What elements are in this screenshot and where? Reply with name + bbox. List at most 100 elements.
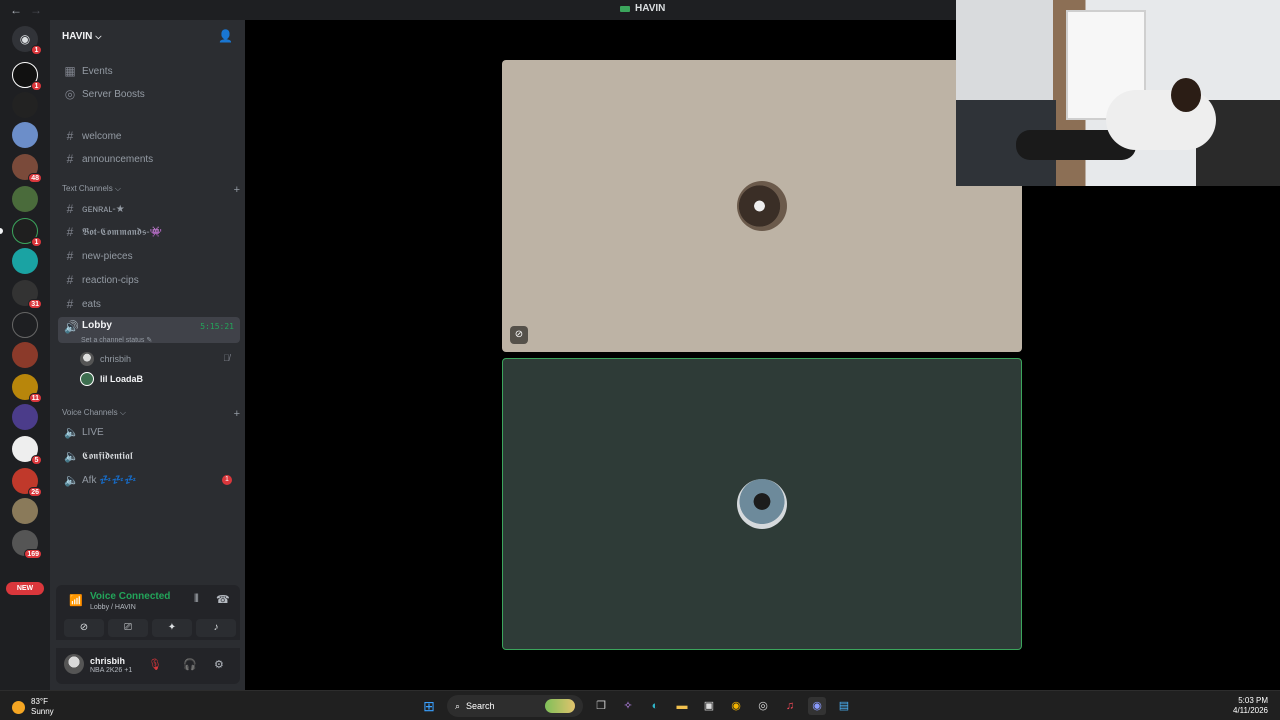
member-name: chrisbih: [100, 354, 132, 364]
guild-icon[interactable]: 11: [12, 374, 42, 403]
taskbar-apps: ⊞ ⌕ Search ❐ ✧ ◐ ▬ ▣ ◉ ◎ ♫ ◉ ▤: [420, 695, 853, 717]
direct-messages-button[interactable]: ◉ 1: [12, 26, 42, 55]
guild-icon-havin[interactable]: 1: [0, 218, 42, 247]
file-explorer-icon[interactable]: ▬: [673, 697, 691, 715]
channel-status-hint[interactable]: Set a channel status ✎: [81, 336, 152, 344]
category-voice-channels[interactable]: Voice Channels ⌵ +: [62, 408, 240, 420]
avatar[interactable]: [64, 654, 84, 674]
channel-reaction-cips[interactable]: # reaction-cips: [58, 270, 240, 290]
channel-bot-commands[interactable]: # 𝕭𝖔𝖙-𝕮𝖔𝖒𝖒𝖆𝖓𝖉𝖘-👾: [58, 222, 240, 242]
guild-icon[interactable]: 26: [12, 468, 42, 497]
discord-taskbar-icon[interactable]: ◉: [808, 697, 826, 715]
member-name: lil LoadaB: [100, 374, 144, 384]
headphones-icon[interactable]: 🎧: [183, 658, 197, 671]
guild-icon[interactable]: 5: [12, 436, 42, 465]
guild-icon[interactable]: [12, 404, 38, 430]
guild-icon[interactable]: 31: [12, 280, 42, 309]
window-title: HAVIN: [620, 3, 665, 14]
hashtag-icon: #: [66, 225, 74, 239]
activities-button[interactable]: ✦: [152, 619, 192, 637]
voice-channel-confidential[interactable]: 🔈 𝕮𝖔𝖓𝖋𝖎𝖉𝖊𝖓𝖙𝖎𝖆𝖑: [58, 446, 240, 466]
taskbar: 83°F Sunny ⊞ ⌕ Search ❐ ✧ ◐ ▬ ▣ ◉ ◎ ♫ ◉ ▤ …: [0, 690, 1280, 720]
guild-icon[interactable]: [12, 122, 38, 148]
guild-icon[interactable]: [12, 342, 38, 368]
disconnect-icon[interactable]: ☎: [216, 593, 230, 606]
chrome-icon[interactable]: ◉: [727, 697, 745, 715]
guild-icon[interactable]: 169: [12, 530, 42, 559]
signal-icon[interactable]: 📶: [69, 594, 83, 607]
channel-label: 𝕭𝖔𝖙-𝕮𝖔𝖒𝖒𝖆𝖓𝖉𝖘-👾: [82, 226, 163, 238]
weather-desc: Sunny: [31, 707, 54, 716]
back-arrow-icon[interactable]: ←: [10, 3, 22, 17]
server-flag-icon: [620, 5, 630, 12]
guild-badge: 48: [28, 173, 42, 183]
guild-icon[interactable]: [12, 186, 38, 212]
screen-share-button[interactable]: ⎚: [108, 619, 148, 637]
channel-new-pieces[interactable]: # new-pieces: [58, 246, 240, 266]
add-channel-icon[interactable]: +: [234, 184, 240, 196]
channel-welcome[interactable]: # welcome: [58, 126, 240, 146]
channel-announcements[interactable]: # announcements: [58, 149, 240, 169]
camera-off-button[interactable]: ⊘: [64, 619, 104, 637]
webcam-scene-head: [1171, 78, 1201, 112]
voice-location[interactable]: Lobby / HAVIN: [90, 604, 136, 611]
invite-people-icon[interactable]: 👤: [218, 29, 233, 43]
voice-status[interactable]: Voice Connected: [90, 591, 170, 602]
guild-icon[interactable]: [12, 312, 38, 338]
new-badge[interactable]: NEW: [6, 582, 44, 595]
github-icon[interactable]: ◎: [754, 697, 772, 715]
category-text-channels[interactable]: Text Channels ⌵ +: [62, 184, 240, 196]
channel-eats[interactable]: # eats: [58, 294, 240, 314]
hashtag-icon: #: [66, 129, 74, 143]
guild-badge: 11: [28, 393, 42, 403]
guild-badge: 169: [24, 549, 42, 559]
windows-start-icon[interactable]: ⊞: [420, 697, 438, 715]
server-header[interactable]: HAVIN ⌵ 👤: [50, 20, 245, 52]
system-clock[interactable]: 5:03 PM 4/11/2026: [1233, 696, 1268, 716]
guild-icon[interactable]: [12, 92, 38, 118]
taskbar-search[interactable]: ⌕ Search: [447, 695, 583, 717]
guild-icon[interactable]: 48: [12, 154, 42, 183]
calendar-icon: ▦: [64, 64, 76, 78]
voice-action-buttons: ⊘ ⎚ ✦ ♪: [64, 619, 236, 637]
events-link[interactable]: ▦ Events: [58, 61, 240, 81]
channel-genral[interactable]: # ɢᴇɴʀᴀʟ-★: [58, 199, 240, 219]
muted-mic-icon: 🎙̸: [223, 353, 230, 363]
copilot-icon[interactable]: ✧: [619, 697, 637, 715]
webcam-overlay: [956, 0, 1280, 186]
music-icon[interactable]: ♫: [781, 697, 799, 715]
participant-tile-speaking[interactable]: [502, 358, 1022, 650]
add-channel-icon[interactable]: +: [234, 408, 240, 420]
voice-channel-afk[interactable]: 🔈 Afk 💤💤💤 1: [58, 470, 240, 490]
gear-icon[interactable]: ⚙: [214, 658, 224, 671]
search-icon: ⌕: [455, 700, 461, 711]
guild-badge: 5: [31, 455, 42, 465]
edge-icon[interactable]: ◐: [646, 697, 664, 715]
speaker-icon: 🔈: [64, 449, 79, 463]
voice-member[interactable]: chrisbih: [80, 352, 131, 366]
channel-label: ɢᴇɴʀᴀʟ-★: [82, 203, 125, 215]
weather-widget[interactable]: 83°F Sunny: [12, 697, 54, 717]
mic-muted-icon[interactable]: 🎙: [148, 658, 162, 671]
store-icon[interactable]: ▣: [700, 697, 718, 715]
weather-temp: 83°F: [31, 697, 48, 706]
voice-member[interactable]: lil LoadaB: [80, 372, 143, 386]
hashtag-icon: #: [66, 273, 74, 287]
noise-suppression-icon[interactable]: ⦀: [194, 593, 199, 606]
server-boosts-link[interactable]: ◎ Server Boosts: [58, 84, 240, 104]
username[interactable]: chrisbih: [90, 656, 125, 666]
guild-badge: 26: [28, 487, 42, 497]
voice-channel-live[interactable]: 🔈 LIVE: [58, 422, 240, 442]
task-view-icon[interactable]: ❐: [592, 697, 610, 715]
participant-tile[interactable]: ⊘: [502, 60, 1022, 352]
notepad-icon[interactable]: ▤: [835, 697, 853, 715]
guild-icon[interactable]: [12, 248, 38, 274]
soundboard-button[interactable]: ♪: [196, 619, 236, 637]
hashtag-icon: #: [66, 202, 74, 216]
speaker-icon: 🔈: [64, 473, 79, 487]
guild-icon[interactable]: 1: [12, 62, 42, 91]
channel-label: eats: [82, 298, 101, 310]
user-activity: NBA 2K26 +1: [90, 667, 133, 674]
guild-icon[interactable]: [12, 498, 38, 524]
forward-arrow-icon[interactable]: →: [30, 3, 42, 17]
